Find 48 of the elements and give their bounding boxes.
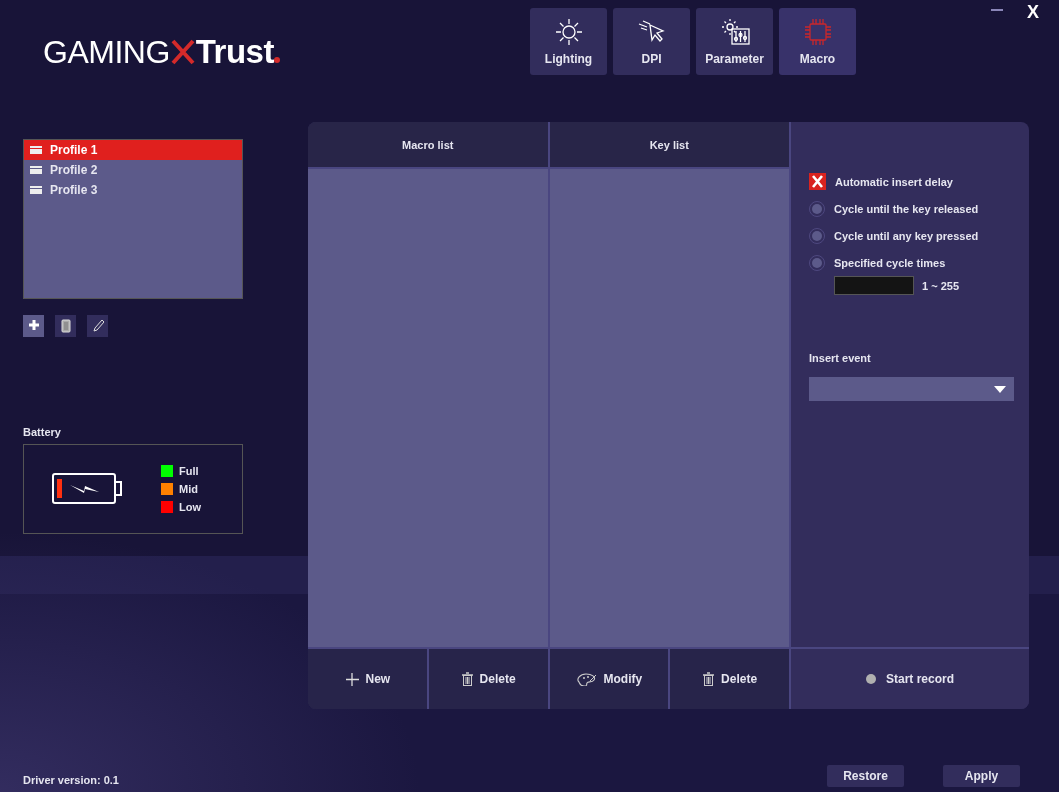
plus-icon xyxy=(344,671,360,687)
folder-icon xyxy=(30,185,42,195)
dot-icon xyxy=(273,57,280,63)
nav-tab[interactable]: Parameter xyxy=(696,8,773,75)
folder-icon xyxy=(30,165,42,175)
palette-icon xyxy=(575,672,598,686)
profile-item[interactable]: Profile 2 xyxy=(24,160,242,180)
range-label: 1 ~ 255 xyxy=(922,279,959,292)
battery-label: Battery xyxy=(23,426,61,438)
checkbox-label: Automatic insert delay xyxy=(835,175,953,188)
cross-icon xyxy=(170,39,195,65)
logo-text: Trust xyxy=(195,33,274,71)
battery-icon xyxy=(52,473,123,505)
trash-icon xyxy=(460,671,474,687)
legend-label: Full xyxy=(179,465,199,477)
radio-label: Cycle until any key pressed xyxy=(834,229,979,242)
delete-profile-button[interactable] xyxy=(55,315,76,337)
legend-label: Low xyxy=(179,501,201,513)
checkbox[interactable] xyxy=(809,173,826,190)
logo-text: GAMING xyxy=(43,34,170,71)
insert-event-label: Insert event xyxy=(809,352,872,364)
check-x-icon xyxy=(811,175,824,188)
radio-label: Specified cycle times xyxy=(834,256,946,269)
column-header: Macro list xyxy=(402,138,454,151)
trash-icon xyxy=(702,671,716,687)
driver-version: Driver version: 0.1 xyxy=(23,774,119,786)
radio-label: Cycle until the key released xyxy=(834,202,979,215)
trash-icon xyxy=(59,319,72,333)
folder-icon xyxy=(30,145,42,155)
column-header: Key list xyxy=(649,138,689,151)
nav-tab[interactable]: Lighting xyxy=(530,8,607,75)
pen-icon xyxy=(91,319,104,333)
plus-icon xyxy=(27,319,40,333)
nav-tab[interactable]: Macro xyxy=(779,8,856,75)
add-profile-button[interactable] xyxy=(23,315,44,337)
rename-profile-button[interactable] xyxy=(87,315,108,337)
legend-label: Mid xyxy=(179,483,198,495)
minimize-icon xyxy=(991,9,1003,11)
start-record-button[interactable]: Start record xyxy=(791,647,1029,709)
nav-tab[interactable]: DPI xyxy=(613,8,690,75)
close-button[interactable]: X xyxy=(1027,2,1039,23)
profile-item[interactable]: Profile 1 xyxy=(24,140,242,160)
caret-icon xyxy=(994,385,1006,393)
record-dot-icon xyxy=(866,674,876,684)
cycle-times-field[interactable] xyxy=(834,276,914,295)
profile-item[interactable]: Profile 3 xyxy=(24,180,242,200)
footer-button[interactable]: Restore xyxy=(827,765,904,787)
footer-button[interactable]: Apply xyxy=(943,765,1020,787)
